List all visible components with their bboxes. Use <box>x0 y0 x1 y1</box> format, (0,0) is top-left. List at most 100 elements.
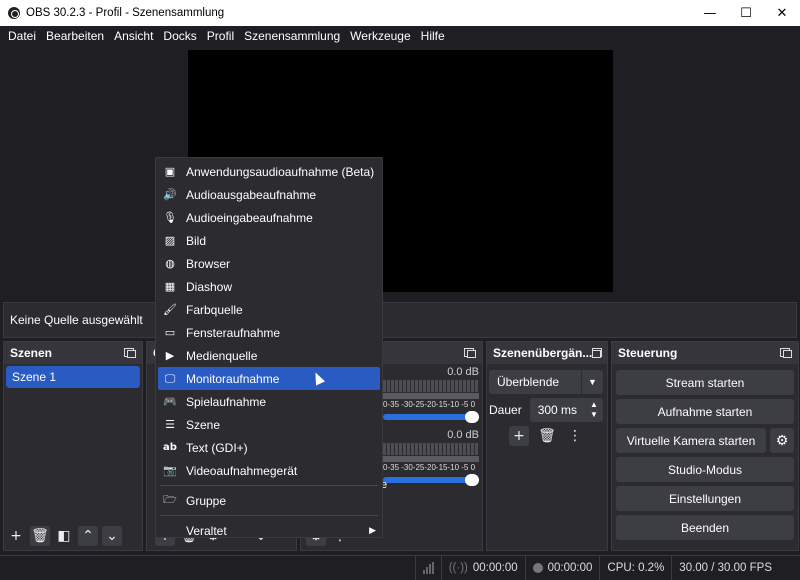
volume-meter <box>383 443 479 455</box>
menu-item-media-source[interactable]: ▶ Medienquelle <box>156 344 382 367</box>
microphone-icon: 🎙 <box>163 211 177 224</box>
settings-button[interactable]: Einstellungen <box>616 486 794 511</box>
menu-item-color-source[interactable]: 🖌 Farbquelle <box>156 298 382 321</box>
add-scene-icon[interactable]: + <box>6 526 26 546</box>
audio-channel-1: 0.0 dB 0-35 -30-25-20-15-10 -5 0 <box>383 366 479 423</box>
gear-icon[interactable]: ⚙ <box>770 428 794 453</box>
text-icon: ab <box>163 442 177 453</box>
menu-item-label: Farbquelle <box>186 302 243 317</box>
menu-werkzeuge[interactable]: Werkzeuge <box>345 29 415 43</box>
menu-profil[interactable]: Profil <box>202 29 239 43</box>
controls-dock: Steuerung Stream starten Aufnahme starte… <box>611 341 799 551</box>
menu-separator <box>160 485 378 486</box>
studio-mode-button[interactable]: Studio-Modus <box>616 457 794 482</box>
menu-item-label: Szene <box>186 417 221 432</box>
scene-list-item[interactable]: Szene 1 <box>6 366 140 388</box>
menu-item-game-capture[interactable]: 🎮 Spielaufnahme <box>156 390 382 413</box>
volume-db: 0.0 dB <box>447 366 479 378</box>
menu-item-text[interactable]: ab Text (GDI+) <box>156 436 382 459</box>
record-timer: 00:00:00 <box>524 555 600 580</box>
move-down-icon[interactable]: ⌄ <box>102 526 122 546</box>
add-source-context-menu: ▣ Anwendungsaudioaufnahme (Beta) 🔊 Audioau… <box>155 157 383 538</box>
menu-item-group[interactable]: 🗁 Gruppe <box>156 489 382 512</box>
menu-item-browser[interactable]: ◍ Browser <box>156 252 382 275</box>
slider-knob[interactable] <box>465 411 479 423</box>
menu-item-scene[interactable]: ☰ Szene <box>156 413 382 436</box>
broadcast-icon: ((·)) <box>448 562 468 574</box>
filter-icon[interactable]: ◧ <box>54 526 74 546</box>
undock-icon[interactable] <box>780 348 792 358</box>
volume-meter <box>383 380 479 392</box>
menu-separator <box>160 515 378 516</box>
undock-icon[interactable] <box>464 348 476 358</box>
rec-time: 00:00:00 <box>547 562 593 574</box>
transitions-dock: Szenenübergän... Überblende ▼ Dauer 300 … <box>486 341 608 551</box>
duration-label: Dauer <box>489 403 522 417</box>
start-virtual-camera-button[interactable]: Virtuelle Kamera starten <box>616 428 766 453</box>
menu-item-audio-input[interactable]: 🎙 Audioeingabeaufnahme <box>156 206 382 229</box>
exit-button[interactable]: Beenden <box>616 515 794 540</box>
undock-icon[interactable] <box>592 348 602 358</box>
menu-item-video-device[interactable]: 📷 Videoaufnahmegerät <box>156 459 382 482</box>
slider-knob[interactable] <box>465 474 479 486</box>
menu-item-label: Medienquelle <box>186 348 258 363</box>
audio-channel-2: 0.0 dB 0-35 -30-25-20-15-10 -5 0 <box>383 429 479 486</box>
menu-bearbeiten[interactable]: Bearbeiten <box>41 29 109 43</box>
delete-transition-icon[interactable]: 🗑 <box>537 426 557 446</box>
play-icon: ▶ <box>165 349 175 362</box>
window-icon: ▭ <box>164 326 176 339</box>
volume-slider[interactable] <box>383 474 479 486</box>
globe-icon: ◍ <box>165 257 175 270</box>
slideshow-icon: ▦ <box>164 280 176 293</box>
menu-szenensammlung[interactable]: Szenensammlung <box>239 29 345 43</box>
menu-item-display-capture[interactable]: 🖵 Monitoraufnahme <box>158 367 380 390</box>
app-audio-icon: ▣ <box>164 165 176 178</box>
duration-spinbox[interactable]: 300 ms ▲ ▼ <box>529 398 603 422</box>
menu-ansicht[interactable]: Ansicht <box>109 29 158 43</box>
start-stream-button[interactable]: Stream starten <box>616 370 794 395</box>
volume-slider[interactable] <box>383 411 479 423</box>
transition-select[interactable]: Überblende ▼ <box>489 370 603 394</box>
menu-datei[interactable]: Datei <box>3 29 41 43</box>
volume-meter-secondary <box>383 393 479 399</box>
menu-item-label: Veraltet <box>186 523 227 538</box>
undock-icon[interactable] <box>124 348 136 358</box>
menu-item-deprecated[interactable]: Veraltet ▶ <box>156 519 382 542</box>
menu-item-audio-output[interactable]: 🔊 Audioausgabeaufnahme <box>156 183 382 206</box>
minimize-icon[interactable]: — <box>692 0 728 26</box>
menu-item-image[interactable]: ▨ Bild <box>156 229 382 252</box>
menu-item-label: Anwendungsaudioaufnahme (Beta) <box>186 164 375 179</box>
status-bar: ((·)) 00:00:00 00:00:00 CPU: 0.2% 30.00 … <box>0 555 800 580</box>
menu-item-slideshow[interactable]: ▦ Diashow <box>156 275 382 298</box>
menu-item-window-capture[interactable]: ▭ Fensteraufnahme <box>156 321 382 344</box>
folder-icon: 🗁 <box>163 493 177 506</box>
stream-time: 00:00:00 <box>472 562 518 574</box>
move-up-icon[interactable]: ⌃ <box>78 526 98 546</box>
image-icon: ▨ <box>164 234 176 247</box>
scene-label: Szene 1 <box>12 370 57 384</box>
scenes-title: Szenen <box>10 346 53 360</box>
close-icon[interactable]: ✕ <box>764 0 800 26</box>
menu-docks[interactable]: Docks <box>158 29 201 43</box>
menu-item-app-audio[interactable]: ▣ Anwendungsaudioaufnahme (Beta) <box>156 160 382 183</box>
monitor-icon: 🖵 <box>164 371 176 385</box>
menu-bar: Datei Bearbeiten Ansicht Docks Profil Sz… <box>0 26 800 46</box>
cpu-usage: CPU: 0.2% <box>599 555 671 580</box>
menu-item-label: Text (GDI+) <box>186 440 248 455</box>
volume-meter-secondary <box>383 456 479 462</box>
speaker-icon: 🔊 <box>163 188 177 201</box>
spin-down-icon[interactable]: ▼ <box>590 410 598 420</box>
stream-timer: ((·)) 00:00:00 <box>440 555 525 580</box>
menu-item-label: Browser <box>186 256 231 271</box>
add-transition-icon[interactable]: + <box>509 426 529 446</box>
start-recording-button[interactable]: Aufnahme starten <box>616 399 794 424</box>
maximize-icon[interactable]: ☐ <box>728 0 764 26</box>
source-status-bar: Keine Quelle ausgewählt <box>3 302 797 338</box>
transitions-title: Szenenübergän... <box>493 346 593 360</box>
menu-item-label: Bild <box>186 233 207 248</box>
spin-up-icon[interactable]: ▲ <box>590 400 598 410</box>
menu-hilfe[interactable]: Hilfe <box>416 29 450 43</box>
delete-scene-icon[interactable]: 🗑 <box>30 526 50 546</box>
menu-item-label: Audioeingabeaufnahme <box>186 210 313 225</box>
transition-menu-icon[interactable]: ⋮ <box>565 426 585 446</box>
